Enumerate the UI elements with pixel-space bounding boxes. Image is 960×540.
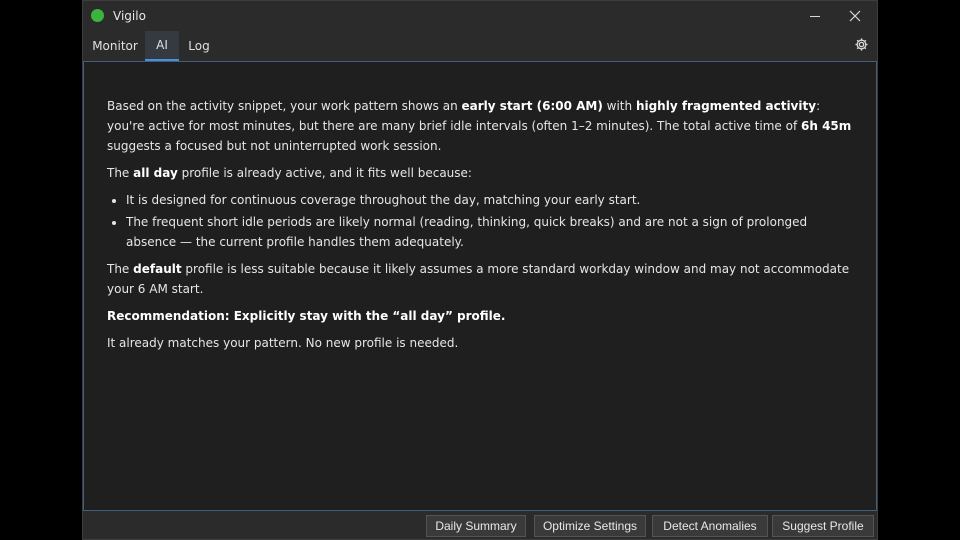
analysis-paragraph-pattern: Based on the activity snippet, your work… xyxy=(107,96,852,156)
reasons-list: It is designed for continuous coverage t… xyxy=(107,190,852,252)
suggest-profile-button[interactable]: Suggest Profile xyxy=(772,515,874,537)
daily-summary-button[interactable]: Daily Summary xyxy=(426,515,526,537)
analysis-paragraph-default: The default profile is less suitable bec… xyxy=(107,259,852,299)
tab-label: AI xyxy=(156,38,168,52)
close-button[interactable] xyxy=(835,1,875,31)
minimize-button[interactable] xyxy=(795,1,835,31)
highlight-fragmented: highly fragmented activity xyxy=(635,99,817,113)
minimize-icon xyxy=(810,16,820,17)
highlight-default: default xyxy=(133,262,182,276)
highlight-all-day: all day xyxy=(133,166,178,180)
text: profile is already active, and it fits w… xyxy=(177,166,472,180)
text: The xyxy=(107,166,134,180)
text: profile is less suitable because it like… xyxy=(107,262,850,296)
analysis-paragraph-all-day: The all day profile is already active, a… xyxy=(107,163,852,183)
list-item: The frequent short idle periods are like… xyxy=(126,212,852,252)
tab-bar: Monitor AI Log xyxy=(83,31,877,61)
tab-monitor[interactable]: Monitor xyxy=(85,31,145,60)
recommendation-note: It already matches your pattern. No new … xyxy=(107,336,459,350)
window-title: Vigilo xyxy=(113,9,146,23)
text: Based on the activity snippet, your work… xyxy=(107,99,462,113)
optimize-settings-button[interactable]: Optimize Settings xyxy=(534,515,646,537)
highlight-early-start: early start (6:00 AM) xyxy=(461,99,603,113)
tab-label: Monitor xyxy=(92,38,138,53)
tab-ai[interactable]: AI xyxy=(145,31,179,61)
recommendation: Recommendation: Explicitly stay with the… xyxy=(107,306,852,326)
text: The xyxy=(107,262,134,276)
tab-label: Log xyxy=(188,38,210,53)
ai-analysis-panel: Based on the activity snippet, your work… xyxy=(83,61,877,511)
list-item: It is designed for continuous coverage t… xyxy=(126,190,852,210)
tab-log[interactable]: Log xyxy=(179,31,219,60)
app-window: Vigilo Monitor AI Log Based on the activ… xyxy=(82,0,878,540)
text: with xyxy=(602,99,636,113)
detect-anomalies-button[interactable]: Detect Anomalies xyxy=(652,515,768,537)
close-icon xyxy=(849,10,861,22)
recommendation-heading: Recommendation: Explicitly stay with the… xyxy=(107,309,506,323)
status-indicator-icon xyxy=(91,9,104,22)
action-bar: Daily Summary Optimize Settings Detect A… xyxy=(83,511,877,539)
gear-icon xyxy=(854,37,868,51)
settings-button[interactable] xyxy=(853,36,869,52)
title-bar[interactable]: Vigilo xyxy=(83,1,877,31)
text: suggests a focused but not uninterrupted… xyxy=(107,139,442,153)
highlight-active-time: 6h 45m xyxy=(801,119,852,133)
